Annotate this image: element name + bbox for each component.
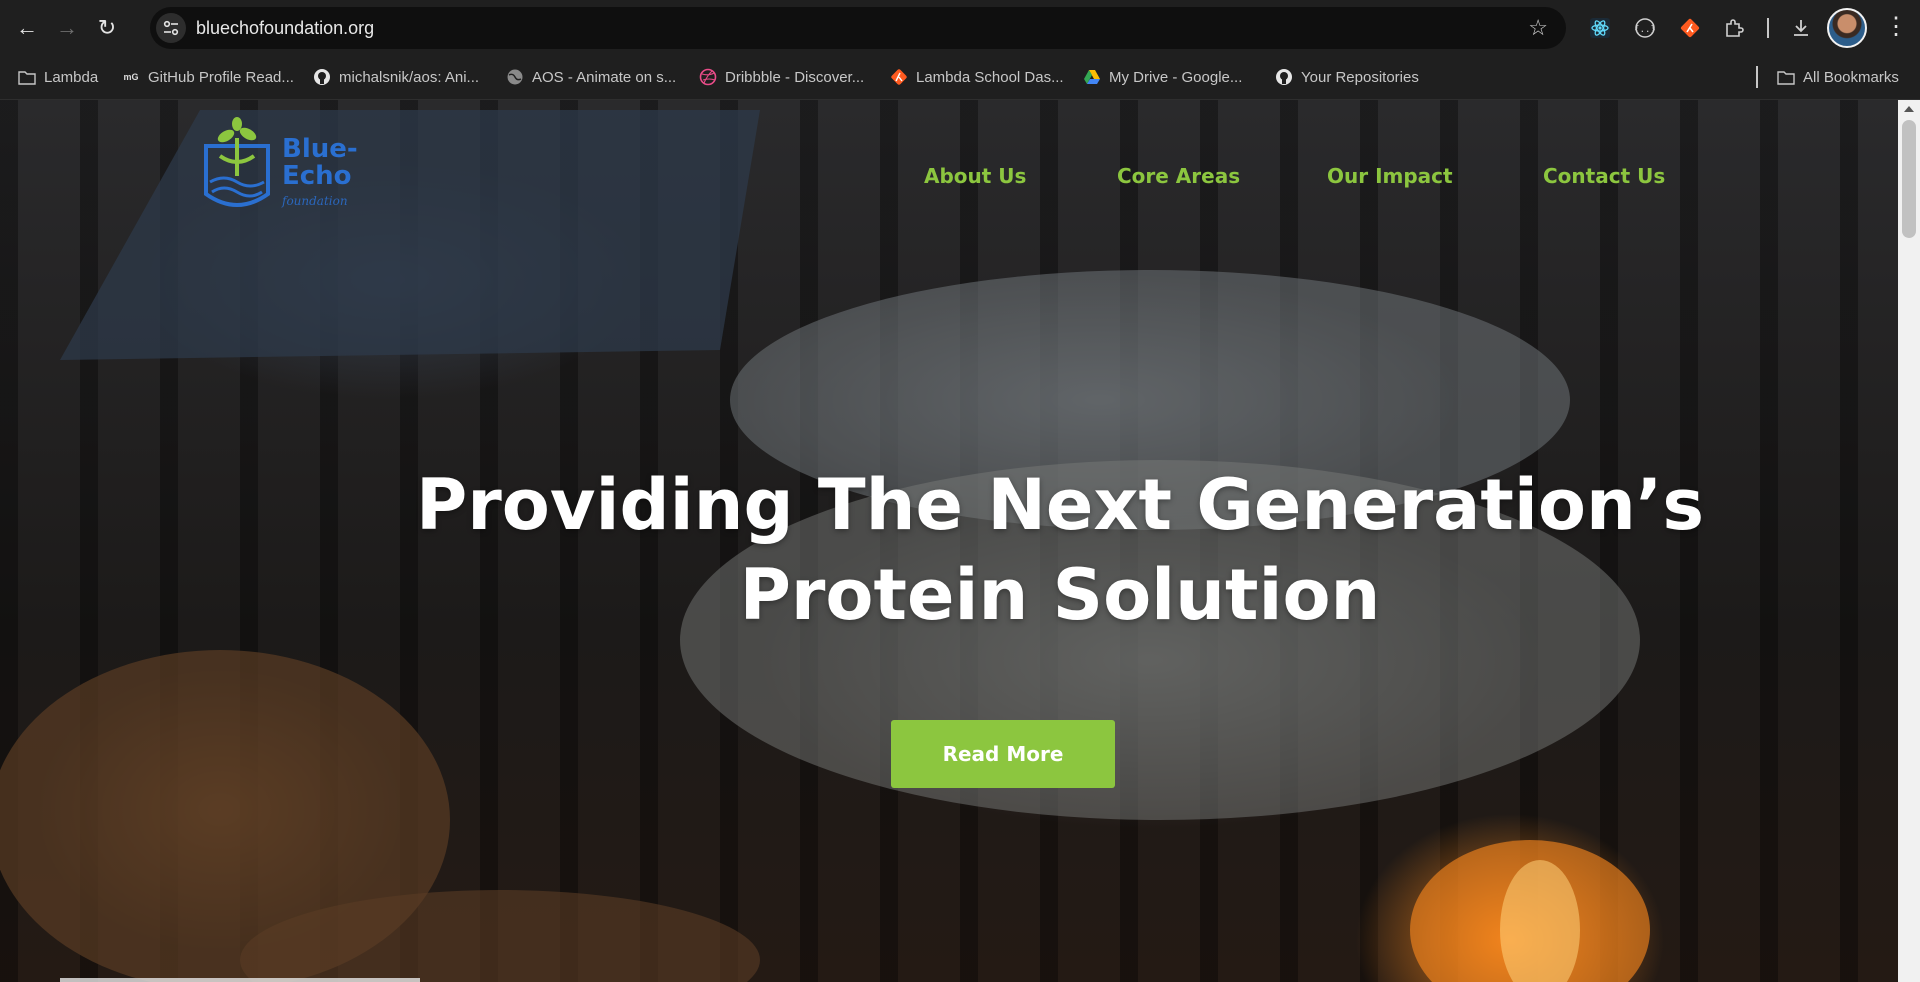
- back-arrow-icon[interactable]: ←: [7, 8, 47, 48]
- dribbble-icon: [699, 68, 717, 86]
- logo-emblem-icon: [204, 117, 270, 207]
- address-bar[interactable]: bluechofoundation.org ☆: [150, 7, 1566, 49]
- page-scrollbar[interactable]: [1898, 100, 1920, 982]
- bookmark-label: My Drive - Google...: [1109, 68, 1243, 86]
- bookmarks-divider: [1756, 66, 1758, 88]
- nav-core-areas[interactable]: Core Areas: [1117, 164, 1240, 188]
- folder-icon: [18, 68, 36, 86]
- site-logo[interactable]: Blue- Echo foundation: [200, 116, 370, 226]
- site-settings-icon[interactable]: [156, 13, 186, 43]
- browser-menu-icon[interactable]: ⋮: [1880, 12, 1912, 41]
- forward-arrow-icon[interactable]: →: [47, 8, 87, 48]
- bookmark-label: AOS - Animate on s...: [532, 68, 677, 86]
- lambda-extension-icon[interactable]: [1674, 12, 1706, 44]
- bookmark-label: Lambda School Das...: [916, 68, 1064, 86]
- github-icon: [1275, 68, 1293, 86]
- logo-subtitle: foundation: [282, 194, 348, 208]
- md-icon: mG: [122, 68, 140, 86]
- bookmark-lambda-school[interactable]: Lambda School Das...: [890, 68, 1064, 86]
- page-viewport: Blue- Echo foundation About Us Core Area…: [0, 100, 1898, 982]
- md-icon-text: mG: [123, 72, 139, 82]
- folder-icon: [1777, 68, 1795, 86]
- svg-text:{..}: {..}: [1634, 25, 1656, 35]
- scroll-thumb[interactable]: [1902, 120, 1916, 238]
- bookmark-aos-github[interactable]: michalsnik/aos: Ani...: [313, 68, 479, 86]
- download-icon[interactable]: [1785, 12, 1817, 44]
- drive-icon: [1083, 68, 1101, 86]
- globe-icon: [506, 68, 524, 86]
- github-icon: [313, 68, 331, 86]
- reload-icon[interactable]: ↻: [87, 8, 127, 48]
- loading-progress-bar: [60, 978, 420, 982]
- react-devtools-icon[interactable]: [1584, 12, 1616, 44]
- logo-text: Blue- Echo: [282, 134, 358, 191]
- toolbar-divider: [1767, 18, 1769, 38]
- bookmark-dribbble[interactable]: Dribbble - Discover...: [699, 68, 864, 86]
- all-bookmarks-button[interactable]: All Bookmarks: [1777, 68, 1899, 86]
- bookmark-github-profile-readme[interactable]: mG GitHub Profile Read...: [122, 68, 294, 86]
- bookmark-google-drive[interactable]: My Drive - Google...: [1083, 68, 1242, 86]
- browser-toolbar: ← → ↻ bluechofoundation.org ☆ {..} ⋮: [0, 0, 1920, 56]
- nav-about-us[interactable]: About Us: [924, 164, 1026, 188]
- lambda-icon: [890, 68, 908, 86]
- profile-avatar[interactable]: [1827, 8, 1867, 48]
- all-bookmarks-label: All Bookmarks: [1803, 68, 1899, 86]
- bookmark-label: GitHub Profile Read...: [148, 68, 294, 86]
- bookmark-star-icon[interactable]: ☆: [1528, 15, 1548, 41]
- spatula-shape: [60, 110, 760, 360]
- bookmark-label: Your Repositories: [1301, 68, 1419, 86]
- nav-our-impact[interactable]: Our Impact: [1327, 164, 1453, 188]
- hero-title: Providing The Next Generation’s Protein …: [415, 464, 1705, 636]
- bookmarks-bar: Lambda mG GitHub Profile Read... michals…: [0, 56, 1920, 100]
- extensions-puzzle-icon[interactable]: [1718, 12, 1750, 44]
- url-text[interactable]: bluechofoundation.org: [196, 18, 1528, 39]
- nav-contact-us[interactable]: Contact Us: [1543, 164, 1665, 188]
- bookmark-aos[interactable]: AOS - Animate on s...: [506, 68, 676, 86]
- bookmark-label: Dribbble - Discover...: [725, 68, 865, 86]
- bookmark-your-repositories[interactable]: Your Repositories: [1275, 68, 1419, 86]
- bookmark-label: michalsnik/aos: Ani...: [339, 68, 480, 86]
- bookmark-lambda[interactable]: Lambda: [18, 68, 98, 86]
- json-viewer-icon[interactable]: {..}: [1629, 12, 1661, 44]
- read-more-button[interactable]: Read More: [891, 720, 1115, 788]
- scroll-up-arrow-icon[interactable]: [1904, 106, 1914, 112]
- bookmark-label: Lambda: [44, 68, 99, 86]
